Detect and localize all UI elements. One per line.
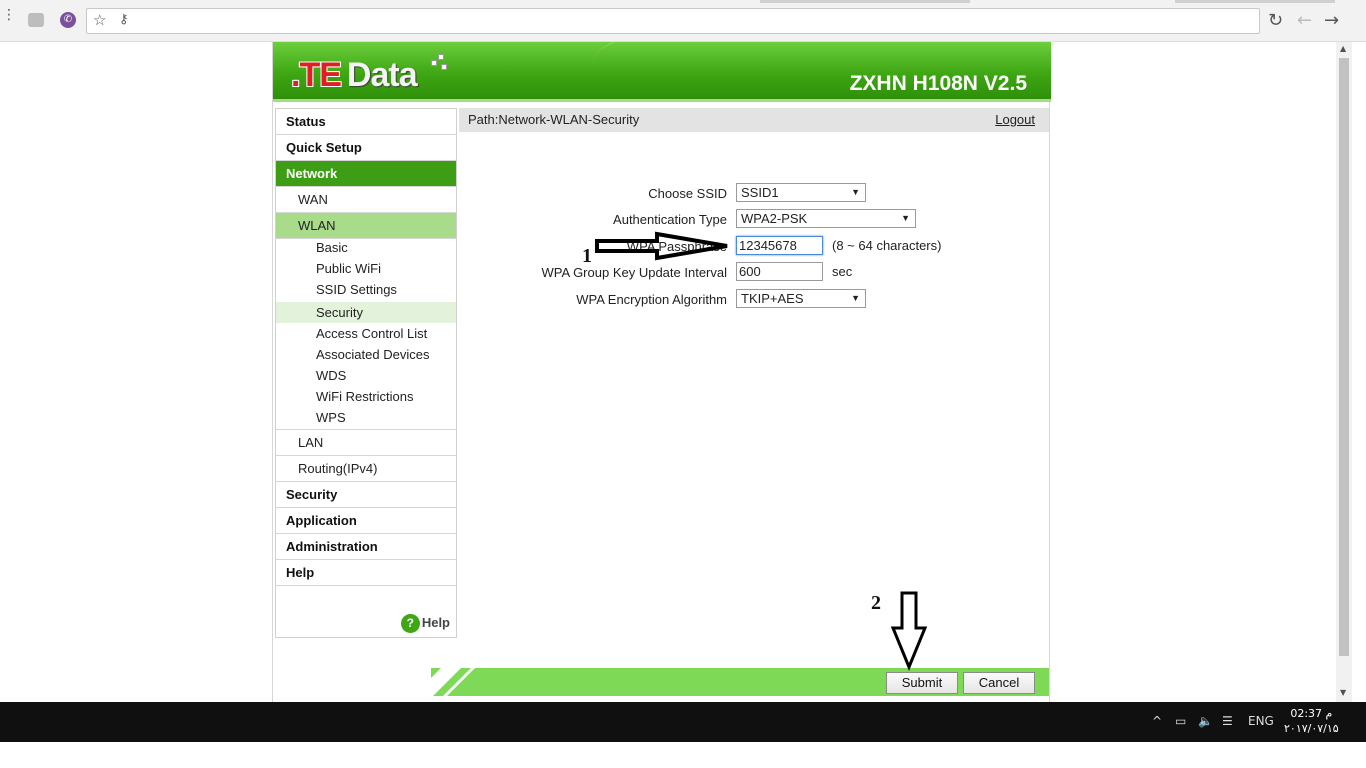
arrow-right-icon	[595, 231, 728, 261]
system-clock[interactable]: 02:37 م ۲۰۱۷/۰۷/۱۵	[1284, 706, 1339, 736]
chevron-up-icon[interactable]: ^	[1152, 714, 1162, 728]
windows-taskbar: ^ ▭ 🔈 ☰ ENG 02:37 م ۲۰۱۷/۰۷/۱۵	[0, 702, 1366, 742]
notification-icon[interactable]: ☰	[1222, 714, 1233, 728]
arrow-down-icon	[890, 591, 928, 671]
annotation-overlay	[595, 231, 928, 671]
volume-icon[interactable]: 🔈	[1198, 714, 1213, 728]
screen-bottom	[0, 742, 1366, 768]
language-indicator[interactable]: ENG	[1248, 714, 1274, 728]
battery-icon[interactable]: ▭	[1175, 714, 1186, 728]
annotation-number-2: 2	[871, 592, 881, 614]
clock-time: 02:37 م	[1290, 707, 1333, 720]
annotation-number-1: 1	[582, 245, 592, 267]
clock-date: ۲۰۱۷/۰۷/۱۵	[1284, 722, 1339, 735]
